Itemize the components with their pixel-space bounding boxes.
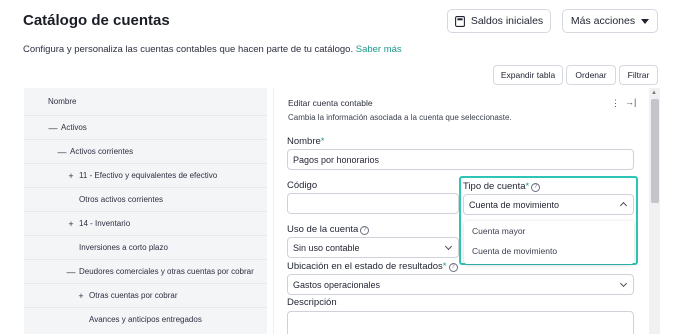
tree-row-label: Activos bbox=[61, 123, 87, 132]
help-icon[interactable]: ? bbox=[360, 226, 370, 235]
tree-row[interactable]: + 14 - Inventario bbox=[24, 211, 267, 235]
ubicacion-label-text: Ubicación en el estado de resultados bbox=[287, 261, 443, 272]
panel-scrollbar[interactable]: ▲ bbox=[649, 88, 660, 334]
tree-row[interactable]: — Activos bbox=[24, 115, 267, 139]
required-mark: * bbox=[442, 261, 447, 272]
tree-row[interactable]: Inversiones a corto plazo bbox=[24, 235, 267, 259]
filtrar-button[interactable]: Filtrar bbox=[619, 65, 658, 85]
codigo-field[interactable] bbox=[287, 193, 459, 214]
help-icon[interactable]: ? bbox=[448, 263, 458, 272]
tree-row-label: 14 - Inventario bbox=[79, 219, 131, 228]
accounts-tree: Nombre — Activos — Activos corrientes + … bbox=[24, 88, 267, 334]
required-mark: * bbox=[320, 136, 325, 147]
subtitle-text: Configura y personaliza las cuentas cont… bbox=[23, 44, 354, 55]
mas-acciones-button[interactable]: Más acciones bbox=[562, 9, 658, 33]
edit-panel-title: Editar cuenta contable bbox=[288, 98, 373, 108]
tree-row-label: Avances y anticipos entregados bbox=[89, 315, 202, 324]
tree-row-label: Inversiones a corto plazo bbox=[79, 243, 168, 252]
tipo-label-text: Tipo de cuenta bbox=[463, 181, 526, 192]
page-title: Catálogo de cuentas bbox=[23, 12, 170, 29]
descripcion-label: Descripción bbox=[287, 297, 337, 308]
nombre-label: Nombre* bbox=[287, 136, 325, 147]
chevron-up-icon bbox=[619, 201, 628, 210]
tree-row-label: Otros activos corrientes bbox=[79, 195, 164, 204]
mas-acciones-label: Más acciones bbox=[570, 15, 636, 27]
tipo-cuenta-select-container: Tipo de cuenta*? Cuenta de movimiento Cu… bbox=[459, 176, 638, 265]
tipo-cuenta-dropdown: Cuenta mayor Cuenta de movimiento bbox=[464, 221, 634, 264]
expand-icon[interactable]: + bbox=[66, 219, 76, 229]
tipo-cuenta-select[interactable]: Cuenta de movimiento bbox=[463, 194, 634, 215]
calculator-icon bbox=[454, 15, 465, 27]
uso-label-text: Uso de la cuenta bbox=[287, 224, 359, 235]
help-icon[interactable]: ? bbox=[531, 183, 541, 192]
nombre-field[interactable]: Pagos por honorarios bbox=[287, 149, 634, 170]
tipo-value: Cuenta de movimiento bbox=[469, 199, 560, 210]
tree-row-label: Activos corrientes bbox=[70, 147, 134, 156]
tree-row[interactable]: Avances y anticipos entregados bbox=[24, 307, 267, 331]
tree-row[interactable]: + 11 - Efectivo y equivalentes de efecti… bbox=[24, 163, 267, 187]
option-cuenta-movimiento[interactable]: Cuenta de movimiento bbox=[472, 246, 557, 256]
scroll-thumb[interactable] bbox=[651, 99, 659, 203]
nombre-value: Pagos por honorarios bbox=[293, 154, 380, 165]
collapse-icon[interactable]: — bbox=[57, 147, 67, 157]
saldos-iniciales-label: Saldos iniciales bbox=[470, 15, 544, 27]
tree-row-label: Deudores comerciales y otras cuentas por… bbox=[79, 267, 254, 276]
saber-mas-link[interactable]: Saber más bbox=[356, 44, 402, 55]
saldos-iniciales-button[interactable]: Saldos iniciales bbox=[447, 9, 551, 33]
tipo-label: Tipo de cuenta*? bbox=[463, 181, 541, 192]
codigo-label: Código bbox=[287, 180, 318, 191]
option-cuenta-mayor[interactable]: Cuenta mayor bbox=[472, 226, 525, 236]
required-mark: * bbox=[525, 181, 530, 192]
tree-header-nombre: Nombre bbox=[48, 97, 77, 106]
expand-icon[interactable]: + bbox=[66, 171, 76, 181]
tree-row[interactable]: + Otras cuentas por cobrar bbox=[24, 283, 267, 307]
edit-panel-description: Cambia la información asociada a la cuen… bbox=[288, 113, 512, 122]
collapse-icon[interactable]: — bbox=[66, 267, 76, 277]
nombre-label-text: Nombre bbox=[287, 136, 321, 147]
chevron-down-icon bbox=[444, 242, 453, 251]
expand-icon[interactable]: + bbox=[76, 291, 86, 301]
tree-row[interactable]: — Deudores comerciales y otras cuentas p… bbox=[24, 259, 267, 283]
tree-row[interactable]: — Activos corrientes bbox=[24, 139, 267, 163]
ordenar-button[interactable]: Ordenar bbox=[566, 65, 616, 85]
collapse-panel-icon[interactable]: →| bbox=[625, 97, 636, 107]
chevron-down-icon bbox=[619, 279, 628, 288]
expandir-tabla-button[interactable]: Expandir tabla bbox=[493, 65, 563, 85]
tree-row-label: Otras cuentas por cobrar bbox=[89, 291, 178, 300]
ubicacion-label: Ubicación en el estado de resultados*? bbox=[287, 261, 458, 272]
uso-label: Uso de la cuenta? bbox=[287, 224, 370, 235]
scroll-up-icon[interactable]: ▲ bbox=[651, 90, 657, 96]
ubicacion-select[interactable]: Gastos operacionales bbox=[287, 274, 634, 295]
caret-down-icon bbox=[641, 18, 650, 24]
ubicacion-value: Gastos operacionales bbox=[293, 279, 381, 290]
uso-select[interactable]: Sin uso contable bbox=[287, 237, 459, 258]
page-subtitle: Configura y personaliza las cuentas cont… bbox=[23, 44, 402, 55]
tree-row-label: 11 - Efectivo y equivalentes de efectivo bbox=[79, 171, 218, 180]
tree-row[interactable]: Otros activos corrientes bbox=[24, 187, 267, 211]
descripcion-textarea[interactable] bbox=[287, 311, 634, 334]
collapse-icon[interactable]: — bbox=[48, 123, 58, 133]
uso-value: Sin uso contable bbox=[293, 242, 360, 253]
more-options-icon[interactable]: ⋮ bbox=[611, 98, 620, 109]
